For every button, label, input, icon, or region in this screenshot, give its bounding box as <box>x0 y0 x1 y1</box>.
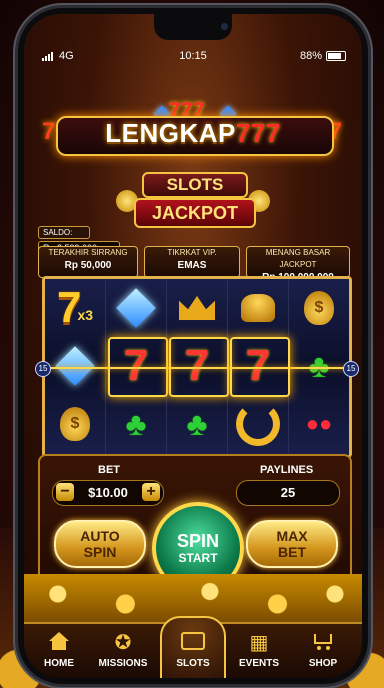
horseshoe-icon <box>236 402 280 446</box>
bet-value: $10.00 <box>88 485 128 500</box>
nav-label: EVENTS <box>238 658 279 669</box>
bet-increase-button[interactable]: + <box>142 483 160 501</box>
nav-shop[interactable]: SHOP <box>292 624 354 678</box>
diamond-symbol <box>45 337 105 395</box>
slots-jackpot-sign: SLOTS JACKPOT <box>116 172 270 230</box>
cherries-symbol: ●● <box>289 395 349 453</box>
status-bar: 4G 10:15 88% <box>24 50 362 66</box>
auto-spin-button[interactable]: AUTO SPIN <box>54 520 146 568</box>
payline-number-right: 15 <box>343 361 359 377</box>
win-highlight <box>108 337 168 397</box>
shop-icon <box>311 632 335 650</box>
bet-stepper: − $10.00 + <box>52 480 164 506</box>
spin-label: SPIN <box>176 531 219 551</box>
cherries-icon: ●● <box>305 411 333 436</box>
camera-icon <box>221 23 228 30</box>
bet-decrease-button[interactable]: − <box>56 483 74 501</box>
pot-of-gold-symbol <box>228 279 288 337</box>
home-icon <box>48 632 70 650</box>
money-bag-icon: $ <box>304 291 334 325</box>
clover-icon: ♣ <box>186 405 208 442</box>
bet-label: BET <box>98 464 120 476</box>
info-vip-level: TIKRKAT VIP. EMAS <box>144 246 240 278</box>
money-bag-symbol: $ <box>45 395 105 453</box>
nav-label: MISSIONS <box>98 658 148 669</box>
control-panel: BET − $10.00 + PAYLINES 25 AUTO SPIN SPI… <box>38 454 352 594</box>
clover-symbol: ♣ <box>167 395 227 453</box>
info-label: MENANG BASAR JACKPOT <box>265 248 331 269</box>
paylines-label: PAYLINES <box>260 464 314 476</box>
crown-symbol <box>167 279 227 337</box>
diamond-icon <box>116 288 156 328</box>
spin-sublabel: START <box>178 551 218 565</box>
info-label: TIKRKAT VIP. <box>167 248 217 257</box>
balance-label: SALDO: <box>38 226 90 239</box>
clover-icon: ♣ <box>308 347 330 384</box>
app-screen: 4G 10:15 88% 777 7 7 LENGKAP777 SLOTS JA… <box>24 14 362 678</box>
paylines-value[interactable]: 25 <box>236 480 340 506</box>
slots-icon <box>181 632 205 650</box>
battery-percent: 88% <box>299 50 322 62</box>
win-highlight <box>169 337 229 397</box>
slot-reels: 7 x3 $ 7 ♣ 7 ♣ 7 $ ♣ ●● 15 15 <box>35 276 359 458</box>
max-bet-label: BET <box>278 544 306 560</box>
nav-label: HOME <box>44 658 74 669</box>
pot-of-gold-icon <box>241 294 275 322</box>
info-label: TERAKHIR SIRRANG <box>48 248 128 257</box>
nav-missions[interactable]: ✪ MISSIONS <box>92 624 154 678</box>
sign-slots: SLOTS <box>142 172 248 198</box>
events-icon: ▦ <box>249 632 269 654</box>
money-bag-icon: $ <box>60 407 90 441</box>
info-jackpot: MENANG BASAR JACKPOT Rp 100,000,000 <box>246 246 350 283</box>
seven-symbol: 7 x3 <box>56 283 94 332</box>
info-value: EMAS <box>177 260 207 271</box>
battery-icon <box>326 51 346 61</box>
max-bet-label: MAX <box>276 528 308 544</box>
diamond-icon <box>55 346 95 386</box>
auto-spin-label: AUTO <box>80 528 120 544</box>
missions-icon: ✪ <box>114 632 132 654</box>
nav-home[interactable]: HOME <box>28 624 90 678</box>
bottom-nav: HOME ✪ MISSIONS SLOTS ▦ EVENTS SHOP <box>24 616 362 678</box>
sign-jackpot: JACKPOT <box>134 198 256 228</box>
logo-title-sevens: 777 <box>235 118 281 148</box>
diamond-symbol <box>106 279 166 337</box>
money-bag-symbol: $ <box>289 279 349 337</box>
game-logo: 777 7 7 LENGKAP777 <box>38 98 348 170</box>
nav-label: SHOP <box>308 658 338 669</box>
nav-label: SLOTS <box>176 658 210 669</box>
max-bet-button[interactable]: MAX BET <box>246 520 338 568</box>
nav-slots[interactable]: SLOTS <box>160 616 226 678</box>
logo-title-word: LENGKAP <box>105 118 236 148</box>
clover-symbol: ♣ <box>289 337 349 395</box>
win-highlight <box>230 337 290 397</box>
crown-icon <box>179 296 215 320</box>
clover-icon: ♣ <box>125 405 147 442</box>
multiplier-badge: x3 <box>77 307 94 323</box>
payline-number-left: 15 <box>35 361 51 377</box>
horseshoe-symbol <box>228 395 288 453</box>
clover-symbol: ♣ <box>106 395 166 453</box>
nav-events[interactable]: ▦ EVENTS <box>228 624 290 678</box>
info-last-win: TERAKHIR SIRRANG Rp 50,000 <box>38 246 138 278</box>
logo-title: LENGKAP777 <box>38 118 348 149</box>
info-value: Rp 50,000 <box>64 260 112 271</box>
auto-spin-label: SPIN <box>83 544 117 560</box>
